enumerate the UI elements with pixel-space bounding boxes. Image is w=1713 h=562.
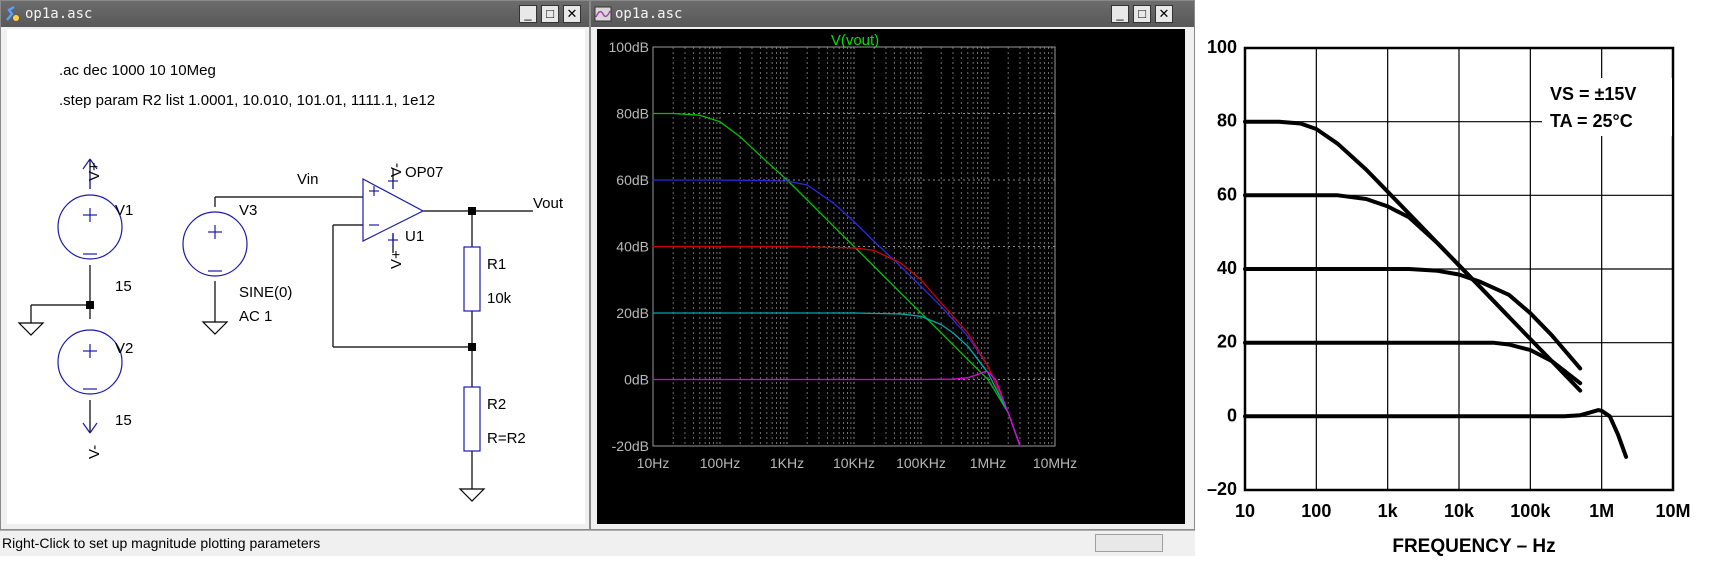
x-axis-labels: 10Hz 100Hz 1KHz 10KHz 100KHz 1MHz 10MHz	[637, 455, 1078, 471]
minimize-button[interactable]: _	[519, 5, 537, 23]
v1-name[interactable]: V1	[115, 202, 133, 219]
maximize-button[interactable]: □	[541, 5, 559, 23]
x-tick-label: 10Hz	[637, 455, 670, 471]
gain-curve-5	[652, 370, 1021, 447]
schematic-window: op1a.asc _ □ ✕ .ac dec 1000 10 10Meg .st…	[0, 0, 590, 530]
waveform-window: op1a.asc _ □ ✕ 100dB 80dB 60dB 40dB 20dB 0dB -…	[590, 0, 1195, 530]
annotation-vs: VS = ±15V	[1550, 84, 1636, 104]
y-tick-label: 40dB	[616, 239, 649, 255]
x-axis-title: FREQUENCY – Hz	[1392, 536, 1555, 557]
close-button[interactable]: ✕	[563, 5, 581, 23]
r2-name[interactable]: R2	[487, 396, 506, 413]
waveform-titlebar[interactable]: op1a.asc _ □ ✕	[591, 1, 1194, 27]
x-tick-label: 10	[1235, 501, 1255, 521]
y-tick-label: 100dB	[609, 39, 649, 55]
y-axis-labels: 100dB 80dB 60dB 40dB 20dB 0dB -20dB	[609, 39, 649, 454]
vout-net-label[interactable]: Vout	[533, 195, 564, 212]
y-tick-label: 100	[1207, 37, 1237, 57]
gain-curve-3	[652, 245, 1021, 447]
x-tick-label: 1M	[1589, 501, 1614, 521]
annotation-ta: TA = 25°C	[1550, 111, 1633, 131]
x-tick-label: 10KHz	[833, 455, 875, 471]
y-tick-label: 80dB	[616, 106, 649, 122]
ac-directive[interactable]: .ac dec 1000 10 10Meg	[59, 62, 216, 79]
step-directive[interactable]: .step param R2 list 1.0001, 10.010, 101.…	[59, 92, 435, 109]
x-tick-label: 10M	[1655, 501, 1690, 521]
x-tick-label: 100Hz	[700, 455, 740, 471]
ltspice-schematic-icon	[6, 5, 19, 21]
x-tick-label: 100k	[1510, 501, 1551, 521]
x-tick-label: 10MHz	[1033, 455, 1077, 471]
v1-vplus-label: V+	[86, 162, 103, 181]
x-tick-label: 10k	[1444, 501, 1475, 521]
y-tick-label: 20dB	[616, 305, 649, 321]
status-bar: Right-Click to set up magnitude plotting…	[0, 530, 1195, 556]
gain-curve-5	[1243, 408, 1629, 459]
datasheet-y-labels: 100 80 60 40 20 0 –20	[1207, 37, 1237, 499]
plot-pane[interactable]: 100dB 80dB 60dB 40dB 20dB 0dB -20dB 10Hz 100Hz 1…	[597, 29, 1185, 524]
v2-vminus-label: V-	[86, 445, 103, 459]
v3-name[interactable]: V3	[239, 202, 257, 219]
ltspice-plot[interactable]: 100dB80dB60dB40dB20dB0dB-20dB 10Hz 100Hz 1…	[597, 29, 1185, 524]
x-tick-label: 1MHz	[970, 455, 1007, 471]
x-tick-label: 100KHz	[896, 455, 946, 471]
y-tick-label: 0dB	[624, 372, 649, 388]
schematic-canvas[interactable]: .ac dec 1000 10 10Meg .step param R2 lis…	[7, 29, 585, 524]
v3-value-ac[interactable]: AC 1	[239, 308, 272, 325]
close-button[interactable]: ✕	[1155, 5, 1173, 23]
x-tick-label: 100	[1301, 501, 1331, 521]
datasheet-gain-chart: 100 80 60 40 20 0 –20 10 100 1k 10k 100k 1M 10M VS =…	[1207, 37, 1691, 557]
status-panel	[1095, 534, 1163, 552]
schematic-titlebar[interactable]: op1a.asc _ □ ✕	[1, 1, 589, 27]
plot-traces	[652, 112, 1021, 447]
y-tick-label: 0	[1227, 405, 1237, 425]
schematic-drawing[interactable]: .ac dec 1000 10 10Meg .step param R2 lis…	[7, 29, 585, 524]
gain-curve-1	[652, 112, 1021, 447]
y-tick-label: 80	[1217, 111, 1237, 131]
opamp-model[interactable]: OP07	[405, 164, 443, 181]
vin-net-label[interactable]: Vin	[297, 171, 318, 188]
y-tick-label: 40	[1217, 258, 1237, 278]
minimize-button[interactable]: _	[1111, 5, 1129, 23]
status-text: Right-Click to set up magnitude plotting…	[2, 535, 321, 551]
r2-value[interactable]: R=R2	[487, 430, 526, 447]
r1-name[interactable]: R1	[487, 256, 506, 273]
waveform-window-title: op1a.asc	[615, 6, 683, 22]
v2-value[interactable]: 15	[115, 412, 132, 429]
y-tick-label: –20	[1207, 479, 1237, 499]
v3-value-sine[interactable]: SINE(0)	[239, 284, 292, 301]
v1-value[interactable]: 15	[115, 278, 132, 295]
opamp-name[interactable]: U1	[405, 228, 424, 245]
datasheet-x-labels: 10 100 1k 10k 100k 1M 10M	[1235, 501, 1691, 521]
gain-curve-2	[1243, 193, 1511, 319]
x-tick-label: 1k	[1378, 501, 1399, 521]
y-tick-label: 60dB	[616, 172, 649, 188]
schematic-window-title: op1a.asc	[25, 6, 93, 22]
x-tick-label: 1KHz	[770, 455, 804, 471]
y-tick-label: -20dB	[612, 438, 649, 454]
datasheet-curves	[1243, 119, 1629, 459]
y-tick-label: 60	[1217, 184, 1237, 204]
r1-value[interactable]: 10k	[487, 290, 512, 307]
opamp-vminus-label: V-	[388, 163, 405, 177]
opamp-vplus-label: V+	[388, 250, 405, 269]
v2-name[interactable]: V2	[115, 340, 133, 357]
maximize-button[interactable]: □	[1133, 5, 1151, 23]
y-tick-label: 20	[1217, 332, 1237, 352]
trace-label[interactable]: V(vout)	[831, 32, 879, 49]
waveform-viewer-icon	[594, 6, 612, 22]
